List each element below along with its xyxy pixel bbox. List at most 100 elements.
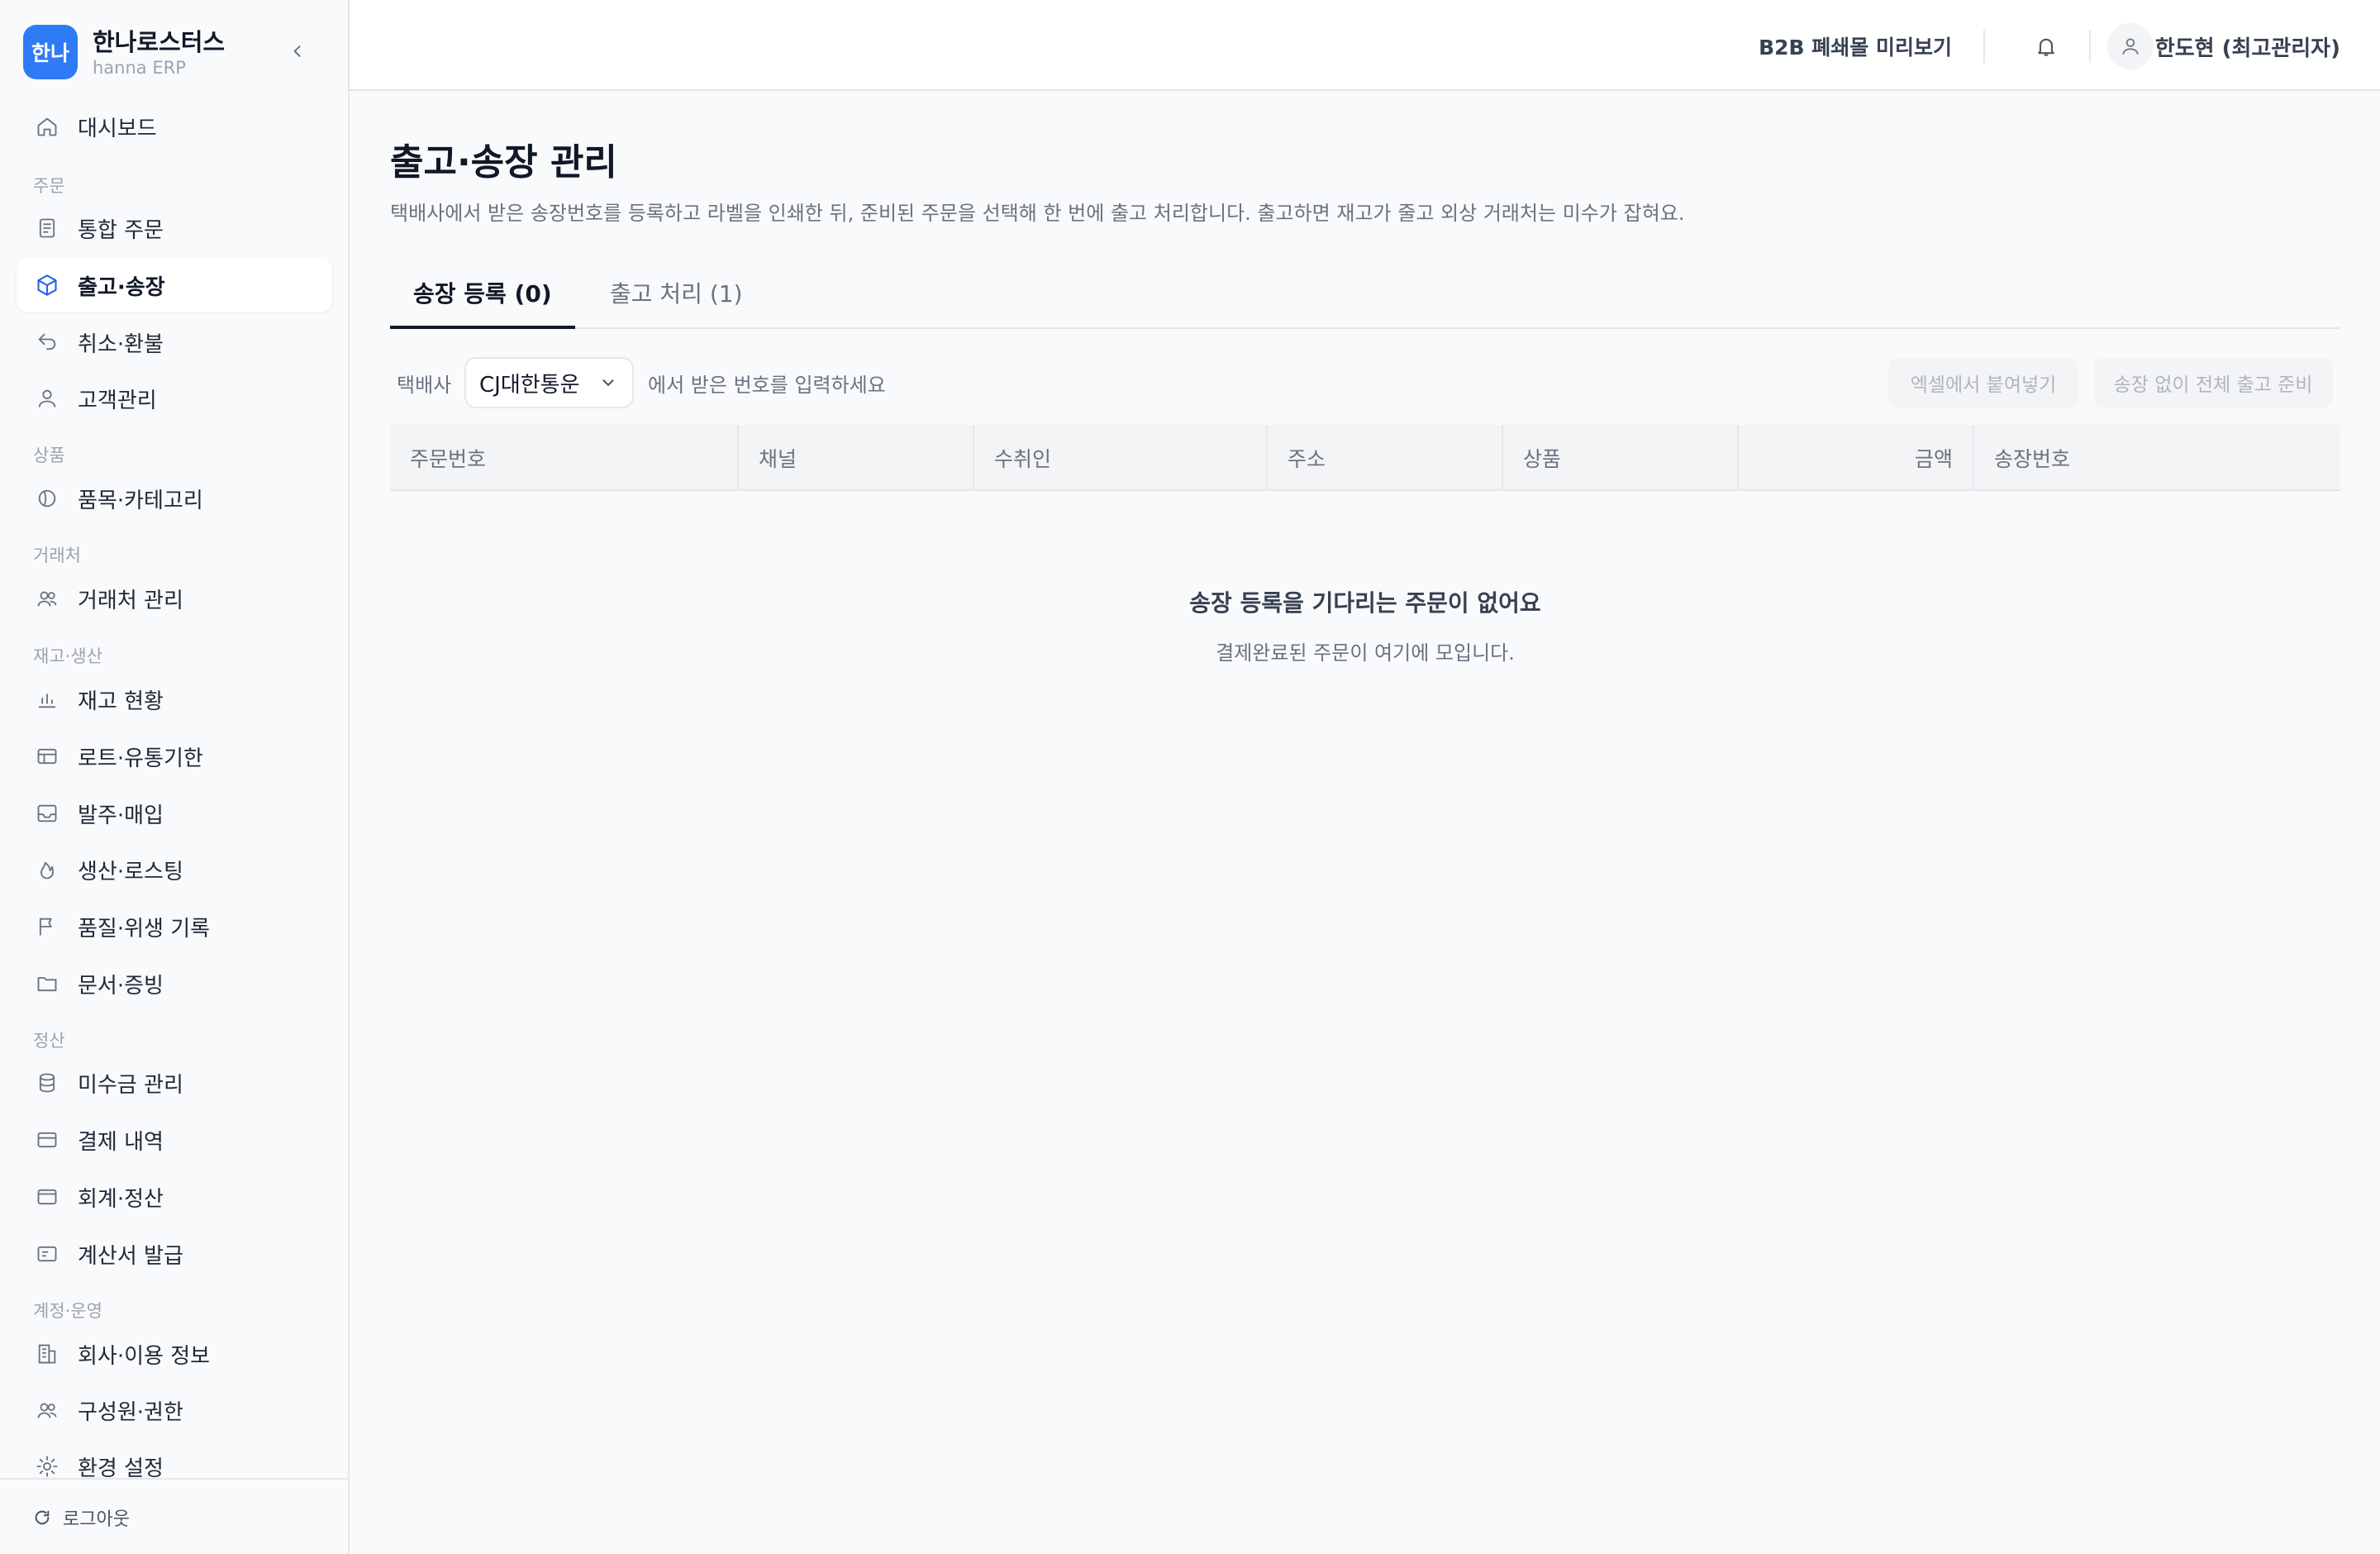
- divider: [1983, 30, 1985, 63]
- sidebar-item-label: 계산서 발급: [78, 1243, 183, 1269]
- sidebar-item-label: 로트·유통기한: [78, 746, 203, 771]
- sidebar-item-dashboard[interactable]: 대시보드: [17, 99, 332, 154]
- topbar: B2B 폐쇄몰 미리보기 한도현 (최고관리자): [350, 0, 2380, 91]
- box-icon: [35, 273, 60, 298]
- column-header-product: 상품: [1503, 425, 1739, 491]
- column-header-channel: 채널: [739, 425, 974, 491]
- invoice-icon: [35, 1242, 60, 1266]
- sidebar-item-label: 재고 현황: [78, 689, 164, 714]
- notifications-button[interactable]: [2030, 30, 2063, 63]
- prepare-all-shipping-button[interactable]: 송장 없이 전체 출고 준비: [2093, 357, 2333, 408]
- user-name[interactable]: 한도현 (최고관리자): [2155, 31, 2340, 62]
- chevron-down-icon: [599, 374, 617, 392]
- flag-icon: [35, 914, 60, 939]
- category-icon: [35, 486, 60, 511]
- sidebar-item-receivables[interactable]: 미수금 관리: [17, 1056, 332, 1110]
- sidebar-item-refunds[interactable]: 취소·환불: [17, 315, 332, 369]
- sidebar-item-categories[interactable]: 품목·카테고리: [17, 471, 332, 526]
- b2b-preview-link[interactable]: B2B 폐쇄몰 미리보기: [1759, 31, 1952, 61]
- sidebar-item-partners[interactable]: 거래처 관리: [17, 571, 332, 626]
- refresh-icon: [35, 1510, 50, 1525]
- table-icon: [35, 744, 60, 769]
- flame-icon: [35, 857, 60, 882]
- sidebar-item-label: 출고·송장: [78, 274, 165, 300]
- logout-button[interactable]: 로그아웃: [33, 1504, 130, 1531]
- carrier-hint: 에서 받은 번호를 입력하세요: [648, 374, 886, 397]
- brand-logo: 한나: [23, 25, 78, 79]
- sidebar-item-shipping[interactable]: 출고·송장: [17, 258, 332, 312]
- user-icon: [35, 386, 60, 411]
- document-icon: [35, 216, 60, 241]
- sidebar-item-orders[interactable]: 통합 주문: [17, 201, 332, 255]
- card-icon: [35, 1127, 60, 1152]
- sidebar-item-stock[interactable]: 재고 현황: [17, 672, 332, 727]
- collapse-sidebar-button[interactable]: [281, 35, 314, 68]
- sidebar-item-quality[interactable]: 품질·위생 기록: [17, 899, 332, 954]
- undo-icon: [35, 330, 60, 355]
- home-icon: [35, 114, 60, 139]
- sidebar-item-label: 대시보드: [78, 116, 157, 141]
- sidebar-item-label: 발주·매입: [78, 803, 164, 828]
- avatar[interactable]: [2107, 23, 2154, 69]
- sidebar-item-customers[interactable]: 고객관리: [17, 371, 332, 426]
- bar-chart-icon: [35, 687, 60, 712]
- sidebar-item-invoices[interactable]: 계산서 발급: [17, 1227, 332, 1281]
- column-header-recipient: 수취인: [974, 425, 1268, 491]
- empty-state-title: 송장 등록을 기다리는 주문이 없어요: [1189, 589, 1541, 617]
- sidebar-item-label: 회계·정산: [78, 1186, 164, 1212]
- column-header-amount: 금액: [1739, 425, 1974, 491]
- wallet-icon: [35, 1185, 60, 1209]
- divider: [2089, 30, 2091, 63]
- section-label-inventory: 재고·생산: [33, 646, 102, 666]
- tab-invoice-registration[interactable]: 송장 등록 (0): [390, 276, 575, 329]
- sidebar-item-company[interactable]: 회사·이용 정보: [17, 1327, 332, 1381]
- database-icon: [35, 1070, 60, 1095]
- sidebar-item-label: 문서·증빙: [78, 973, 164, 999]
- tab-shipping-processing[interactable]: 출고 처리 (1): [587, 276, 766, 329]
- column-header-address: 주소: [1268, 425, 1503, 491]
- sidebar-footer: 로그아웃: [0, 1478, 348, 1554]
- empty-state-subtitle: 결제완료된 주문이 여기에 모입니다.: [1216, 641, 1515, 665]
- users-icon: [35, 586, 60, 611]
- sidebar-item-label: 고객관리: [78, 388, 157, 413]
- carrier-select[interactable]: CJ대한통운: [464, 357, 634, 408]
- sidebar-item-purchasing[interactable]: 발주·매입: [17, 786, 332, 841]
- sidebar-item-documents[interactable]: 문서·증빙: [17, 956, 332, 1011]
- page-description: 택배사에서 받은 송장번호를 등록하고 라벨을 인쇄한 뒤, 준비된 주문을 선…: [390, 202, 1685, 225]
- tab-bar: 송장 등록 (0) 출고 처리 (1): [390, 265, 2340, 329]
- section-label-account: 계정·운영: [33, 1301, 102, 1321]
- sidebar: 한나 한나로스터스 hanna ERP 대시보드 주문 통합 주문 출고·송장 …: [0, 0, 350, 1554]
- chevron-left-icon: [293, 45, 301, 57]
- brand-subtitle: hanna ERP: [93, 58, 186, 78]
- sidebar-item-label: 환경 설정: [78, 1456, 164, 1481]
- page-title: 출고·송장 관리: [390, 141, 617, 184]
- sidebar-item-roasting[interactable]: 생산·로스팅: [17, 842, 332, 897]
- sidebar-item-label: 회사·이용 정보: [78, 1343, 211, 1369]
- section-label-products: 상품: [33, 446, 65, 465]
- sidebar-item-label: 구성원·권한: [78, 1399, 183, 1425]
- logout-label: 로그아웃: [63, 1509, 130, 1530]
- carrier-label: 택배사: [397, 374, 452, 397]
- inbox-icon: [35, 801, 60, 826]
- column-header-order-number: 주문번호: [390, 425, 739, 491]
- sidebar-item-label: 결제 내역: [78, 1129, 164, 1155]
- sidebar-item-label: 품목·카테고리: [78, 488, 203, 513]
- gear-icon: [35, 1454, 60, 1479]
- sidebar-item-label: 통합 주문: [78, 217, 164, 243]
- user-icon: [2122, 38, 2139, 55]
- folder-icon: [35, 971, 60, 996]
- sidebar-item-lots[interactable]: 로트·유통기한: [17, 729, 332, 784]
- sidebar-item-label: 미수금 관리: [78, 1072, 183, 1098]
- carrier-select-value: CJ대한통운: [479, 372, 580, 398]
- sidebar-item-members[interactable]: 구성원·권한: [17, 1383, 332, 1437]
- paste-from-excel-button[interactable]: 엑셀에서 붙여넣기: [1888, 357, 2078, 408]
- sidebar-item-label: 취소·환불: [78, 331, 164, 357]
- brand: 한나 한나로스터스 hanna ERP: [23, 23, 337, 81]
- table-header: 주문번호 채널 수취인 주소 상품 금액 송장번호: [390, 425, 2340, 491]
- members-icon: [35, 1398, 60, 1423]
- sidebar-item-accounting[interactable]: 회계·정산: [17, 1170, 332, 1224]
- sidebar-item-payments[interactable]: 결제 내역: [17, 1113, 332, 1167]
- section-label-settlement: 정산: [33, 1031, 65, 1051]
- sidebar-item-label: 생산·로스팅: [78, 859, 183, 884]
- building-icon: [35, 1342, 60, 1366]
